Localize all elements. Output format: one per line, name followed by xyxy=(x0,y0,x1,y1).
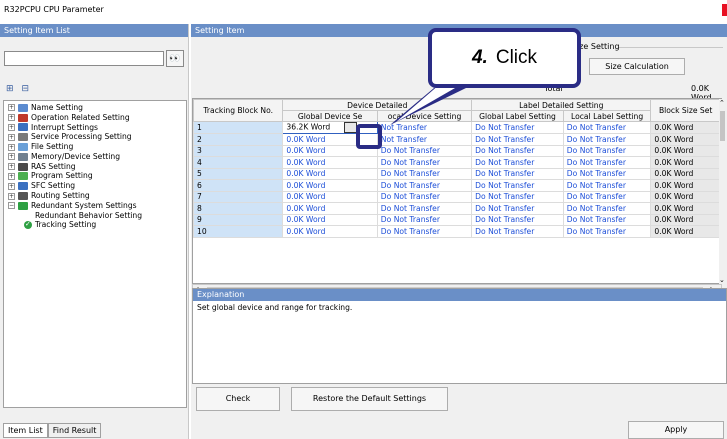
callout-highlight xyxy=(356,124,382,149)
callout-pointer xyxy=(390,84,466,125)
callout-box: 4. Click xyxy=(428,28,581,88)
callout-text: Click xyxy=(495,47,538,68)
callout-step: 4. xyxy=(471,47,488,68)
